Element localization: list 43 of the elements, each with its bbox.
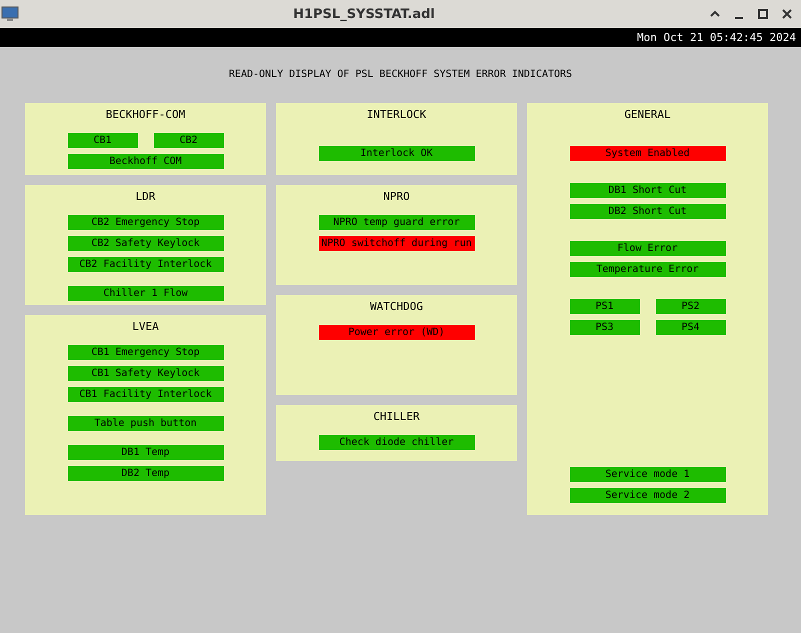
panel-title: NPRO <box>383 190 410 204</box>
panel-title: BECKHOFF-COM <box>106 108 186 122</box>
panel-title: CHILLER <box>373 410 420 424</box>
status-indicator: PS1 <box>570 299 640 314</box>
status-indicator: DB2 Temp <box>68 466 224 481</box>
status-indicator: CB1 Emergency Stop <box>68 345 224 360</box>
panel-title: LDR <box>136 190 156 204</box>
status-indicator: CB2 Emergency Stop <box>68 215 224 230</box>
status-indicator: NPRO temp guard error <box>318 215 474 230</box>
panel-title: INTERLOCK <box>366 108 426 122</box>
status-indicator: Table push button <box>68 416 224 431</box>
status-indicator: DB1 Short Cut <box>570 183 726 198</box>
maximize-icon[interactable] <box>757 8 769 20</box>
status-indicator: NPRO switchoff during run <box>318 236 474 251</box>
status-indicator: CB1 Facility Interlock <box>68 387 224 402</box>
display-heading: READ-ONLY DISPLAY OF PSL BECKHOFF SYSTEM ERROR INDICATORS <box>228 68 574 82</box>
status-indicator: DB2 Short Cut <box>570 204 726 219</box>
status-indicator: CB1 Safety Keylock <box>68 366 224 381</box>
status-indicator: PS3 <box>570 320 640 335</box>
status-indicator: DB1 Temp <box>68 445 224 460</box>
monitor-icon <box>1 6 19 22</box>
status-indicator: Service mode 1 <box>570 467 726 482</box>
status-indicator: Interlock OK <box>318 146 474 161</box>
status-indicator: Temperature Error <box>570 262 726 277</box>
panel-title: GENERAL <box>624 108 671 122</box>
status-indicator: System Enabled <box>570 146 726 161</box>
status-indicator: CB2 Facility Interlock <box>68 257 224 272</box>
clock-text: Mon Oct 21 05:42:45 2024 <box>637 31 796 44</box>
status-indicator: PS4 <box>656 320 726 335</box>
status-indicator: CB2 <box>154 133 224 148</box>
close-icon[interactable] <box>781 8 793 20</box>
status-indicator: CB2 Safety Keylock <box>68 236 224 251</box>
status-indicator: Chiller 1 Flow <box>68 286 224 301</box>
status-indicator: PS2 <box>656 299 726 314</box>
status-indicator: Check diode chiller <box>318 435 474 450</box>
status-indicator: Power error (WD) <box>318 325 474 340</box>
window-title: H1PSL_SYSSTAT.adl <box>292 6 436 22</box>
panel-title: LVEA <box>132 320 159 334</box>
status-indicator: Service mode 2 <box>570 488 726 503</box>
panel-title: WATCHDOG <box>370 300 423 314</box>
status-indicator: Flow Error <box>570 241 726 256</box>
status-indicator: Beckhoff COM <box>68 154 224 169</box>
status-indicator: CB1 <box>68 133 138 148</box>
